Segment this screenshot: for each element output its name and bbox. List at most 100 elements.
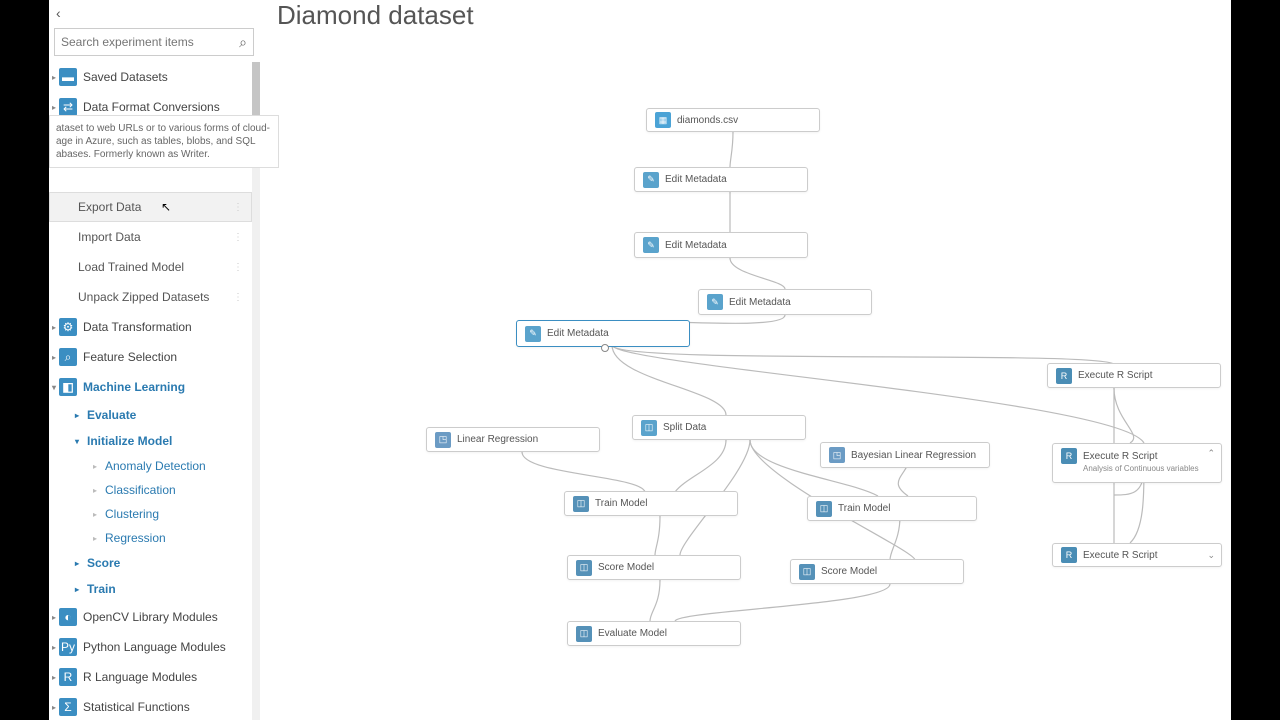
cat-machine-learning[interactable]: ▾◧Machine Learning: [49, 372, 252, 402]
mod-load-trained[interactable]: Load Trained Model ⋮: [49, 252, 252, 282]
cat-label: Statistical Functions: [83, 700, 190, 714]
score-icon: ◫: [576, 560, 592, 576]
node-label: Edit Metadata: [665, 174, 727, 185]
feature-icon: ⌕: [59, 348, 77, 366]
cat-data-transform[interactable]: ▸⚙Data Transformation: [49, 312, 252, 342]
node-split[interactable]: ◫ Split Data: [632, 415, 806, 440]
chevron-left-icon[interactable]: ‹: [56, 5, 61, 21]
node-label: Split Data: [663, 422, 706, 433]
node-label: diamonds.csv: [677, 115, 738, 126]
r-icon: R: [1061, 547, 1077, 563]
mod-label: Load Trained Model: [78, 260, 184, 274]
mod-label: Import Data: [78, 230, 141, 244]
r-icon: R: [59, 668, 77, 686]
node-bayes[interactable]: ◳ Bayesian Linear Regression: [820, 442, 990, 468]
cat-python[interactable]: ▸PyPython Language Modules: [49, 632, 252, 662]
dataset-icon: ▦: [655, 112, 671, 128]
node-score-1[interactable]: ◫ Score Model: [567, 555, 741, 580]
node-linreg[interactable]: ◳ Linear Regression: [426, 427, 600, 452]
alg-icon: ◳: [829, 447, 845, 463]
drag-icon: ⋮: [233, 292, 243, 303]
sigma-icon: Σ: [59, 698, 77, 716]
drag-icon: ⋮: [233, 262, 243, 273]
cat-saved-datasets[interactable]: ▸▬Saved Datasets: [49, 62, 252, 92]
ml-train[interactable]: ▸Train: [49, 576, 252, 602]
node-label: Evaluate Model: [598, 628, 667, 639]
alg-icon: ◳: [435, 432, 451, 448]
node-sublabel: Analysis of Continuous variables: [1083, 464, 1199, 473]
cat-stats[interactable]: ▸ΣStatistical Functions: [49, 692, 252, 720]
node-label: Train Model: [595, 498, 647, 509]
cat-label: Feature Selection: [83, 350, 177, 364]
mod-unpack-zip[interactable]: Unpack Zipped Datasets ⋮: [49, 282, 252, 312]
split-icon: ◫: [641, 420, 657, 436]
sub-label: Evaluate: [87, 408, 136, 422]
transform-icon: ⚙: [59, 318, 77, 336]
node-score-2[interactable]: ◫Score Model: [790, 559, 964, 584]
meta-icon: ✎: [643, 172, 659, 188]
node-rscript-1[interactable]: RExecute R Script: [1047, 363, 1221, 388]
init-clustering[interactable]: ▸Clustering: [49, 502, 252, 526]
eval-icon: ◫: [576, 626, 592, 642]
sub-label: Train: [87, 582, 116, 596]
node-dataset[interactable]: ▦ diamonds.csv: [646, 108, 820, 132]
r-icon: R: [1056, 368, 1072, 384]
canvas[interactable]: ▦ diamonds.csv ✎ Edit Metadata ✎ Edit Metad…: [260, 0, 1231, 720]
subsub-label: Anomaly Detection: [105, 459, 206, 473]
scrollbar-thumb[interactable]: [252, 62, 260, 117]
chevron-down-icon[interactable]: ⌄: [1207, 550, 1215, 561]
cat-label: OpenCV Library Modules: [83, 610, 218, 624]
init-classification[interactable]: ▸Classification: [49, 478, 252, 502]
train-icon: ◫: [816, 501, 832, 517]
search-icon[interactable]: ⌕: [239, 34, 247, 51]
node-edit-meta-3[interactable]: ✎ Edit Metadata: [698, 289, 872, 315]
sub-label: Score: [87, 556, 120, 570]
ml-initialize[interactable]: ▾Initialize Model: [49, 428, 252, 454]
search-input[interactable]: [61, 35, 239, 49]
mod-label: Export Data: [78, 200, 141, 214]
cat-r[interactable]: ▸RR Language Modules: [49, 662, 252, 692]
node-train-1[interactable]: ◫ Train Model: [564, 491, 738, 516]
node-label: Execute R Script: [1083, 550, 1157, 561]
tooltip: ataset to web URLs or to various forms o…: [49, 115, 279, 168]
train-icon: ◫: [573, 496, 589, 512]
mod-label: Unpack Zipped Datasets: [78, 290, 209, 304]
cat-label: Saved Datasets: [83, 70, 168, 84]
node-label: Bayesian Linear Regression: [851, 450, 976, 461]
mod-import-data[interactable]: Import Data⋮: [49, 222, 252, 252]
meta-icon: ✎: [707, 294, 723, 310]
mod-export-data[interactable]: Export Data⋮: [49, 192, 252, 222]
node-edit-meta-4[interactable]: ✎ Edit Metadata: [516, 320, 690, 347]
node-label: Linear Regression: [457, 434, 538, 445]
node-label: Edit Metadata: [547, 328, 609, 339]
node-evaluate[interactable]: ◫ Evaluate Model: [567, 621, 741, 646]
r-icon: R: [1061, 448, 1077, 464]
node-rscript-3[interactable]: R Execute R Script ⌄: [1052, 543, 1222, 567]
init-anomaly[interactable]: ▸Anomaly Detection: [49, 454, 252, 478]
cv-icon: ◐: [59, 608, 77, 626]
node-edit-meta-1[interactable]: ✎ Edit Metadata: [634, 167, 808, 192]
meta-icon: ✎: [525, 326, 541, 342]
ml-score[interactable]: ▸Score: [49, 550, 252, 576]
node-edit-meta-2[interactable]: ✎Edit Metadata: [634, 232, 808, 258]
cat-label: Python Language Modules: [83, 640, 226, 654]
ml-icon: ◧: [59, 378, 77, 396]
output-port[interactable]: [601, 344, 609, 352]
node-label: Score Model: [598, 562, 654, 573]
fmt-icon: ⇄: [59, 98, 77, 116]
ml-evaluate[interactable]: ▸Evaluate: [49, 402, 252, 428]
cat-label: Data Format Conversions: [83, 100, 220, 114]
subsub-label: Clustering: [105, 507, 159, 521]
init-regression[interactable]: ▸Regression: [49, 526, 252, 550]
node-label: Edit Metadata: [729, 297, 791, 308]
cat-label: R Language Modules: [83, 670, 197, 684]
node-label: Train Model: [838, 503, 890, 514]
cat-opencv[interactable]: ▸◐OpenCV Library Modules: [49, 602, 252, 632]
node-rscript-2[interactable]: RExecute R Script Analysis of Continuous…: [1052, 443, 1222, 483]
cat-label: Machine Learning: [83, 380, 185, 394]
chevron-up-icon[interactable]: ⌃: [1207, 448, 1215, 459]
node-label: Edit Metadata: [665, 240, 727, 251]
cat-feature-sel[interactable]: ▸⌕Feature Selection: [49, 342, 252, 372]
node-train-2[interactable]: ◫ Train Model: [807, 496, 977, 521]
py-icon: Py: [59, 638, 77, 656]
